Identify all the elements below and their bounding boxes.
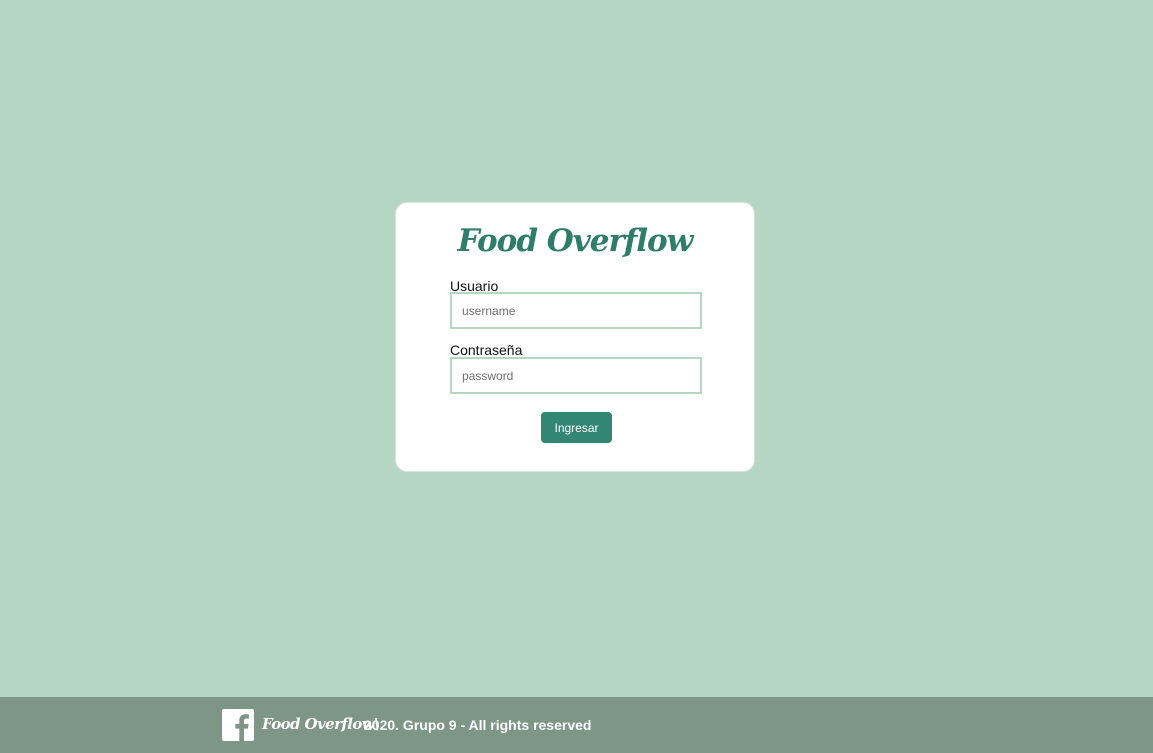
password-input[interactable] [450,357,702,394]
footer-copyright: 2020. Grupo 9 - All rights reserved [364,717,592,733]
username-input[interactable] [450,292,702,329]
footer-brand: Food Overflow\ [262,715,380,733]
login-card: Food Overflow Usuario Contraseña Ingresa… [395,202,755,472]
brand-title: Food Overflow [457,223,694,259]
facebook-icon[interactable] [222,709,254,741]
login-button[interactable]: Ingresar [541,412,612,443]
password-label: Contraseña [450,342,523,358]
footer: Food Overflow\ 2020. Grupo 9 - All right… [0,697,1153,753]
